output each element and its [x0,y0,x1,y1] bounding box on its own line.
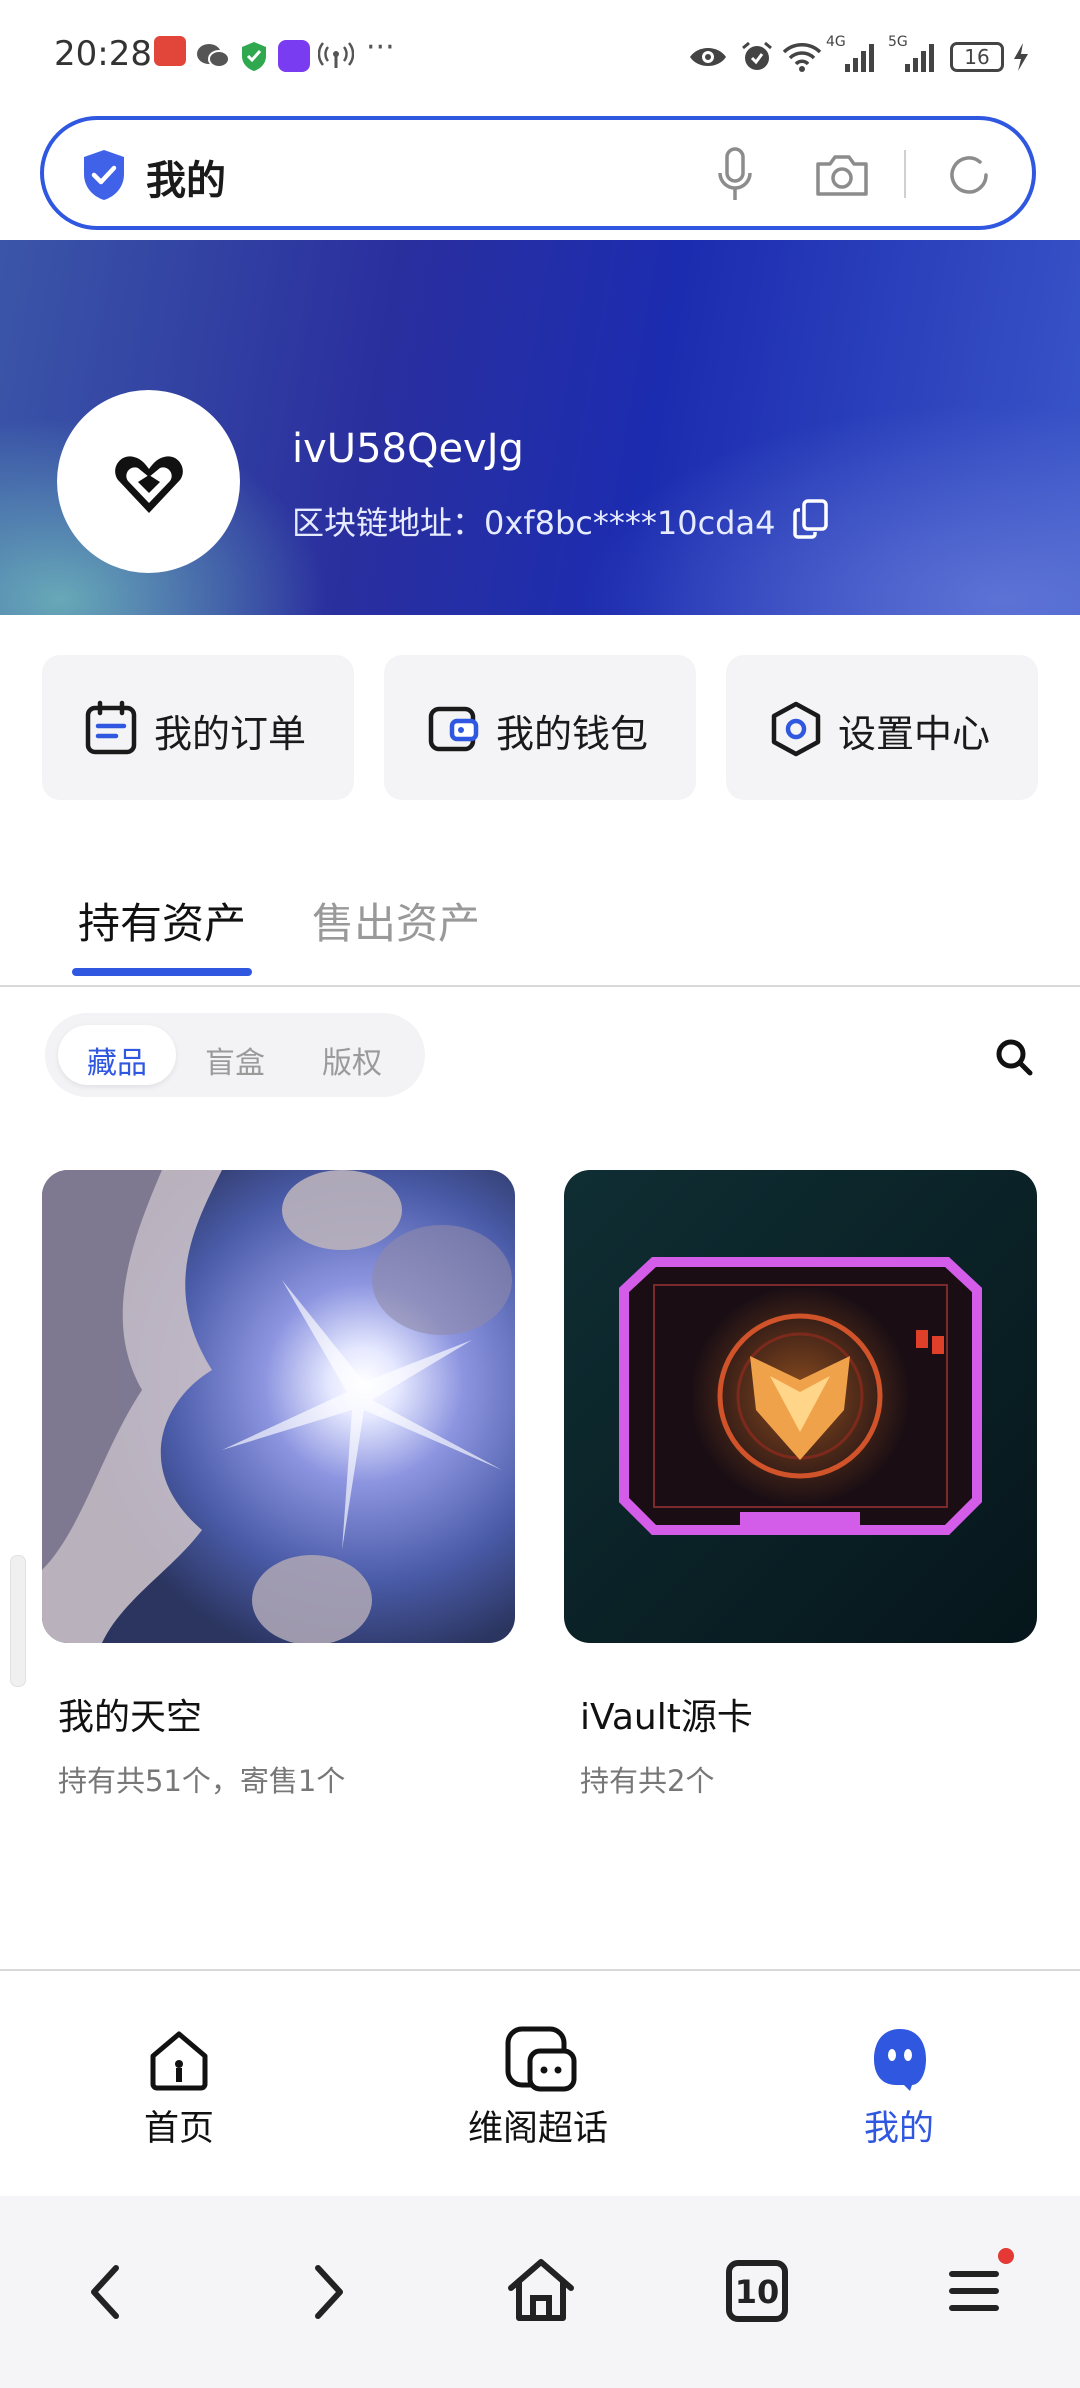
active-tab-indicator [72,968,252,976]
asset-title-1: 我的天空 [58,1697,203,1738]
hotspot-icon [318,42,354,68]
wallet-icon [428,706,479,752]
chain-address-label: 区块链地址： [292,504,485,542]
copy-icon[interactable] [792,498,830,540]
notification-dot [998,2248,1014,2264]
my-wallet-button[interactable]: 我的钱包 [384,655,696,800]
asset-subtitle-2: 持有共2个 [580,1764,715,1798]
alarm-icon [742,41,772,70]
wifi-icon [782,43,822,72]
settings-icon [771,701,821,757]
segment-blind-box[interactable]: 盲盒 [205,1038,265,1082]
scroll-handle[interactable] [10,1555,26,1687]
app-notification-icon [154,36,186,66]
settings-center-label: 设置中心 [838,712,991,756]
order-icon [85,700,137,755]
search-divider [904,150,906,198]
wechat-icon [197,44,230,68]
username: ivU58QevJg [292,426,524,472]
search-title: 我的 [146,158,226,204]
settings-center-button[interactable]: 设置中心 [726,655,1038,800]
nav-home-label: 首页 [144,2109,215,2149]
my-orders-button[interactable]: 我的订单 [42,655,354,800]
my-orders-label: 我的订单 [154,712,307,756]
home-icon [150,2031,208,2091]
network-label-1: 4G [826,34,846,50]
charging-icon [1014,43,1028,71]
search-icon[interactable] [994,1037,1034,1077]
segment-copyright[interactable]: 版权 [322,1038,382,1082]
nav-profile-label: 我的 [864,2109,935,2149]
shield-status-icon [242,42,266,71]
battery-icon: 16 [950,42,1004,72]
tabs-count-button[interactable]: 10 [726,2260,788,2322]
segment-collectibles[interactable]: 藏品 [87,1038,147,1082]
bottom-nav-divider [0,1969,1080,1971]
tab-sold-assets[interactable]: 售出资产 [312,890,480,951]
camera-icon[interactable] [814,152,870,198]
signal-icon-2 [905,44,934,72]
chain-address: 区块链地址：0xf8bc****10cda4 [292,498,775,544]
more-icon: ··· [366,30,395,65]
my-wallet-label: 我的钱包 [496,712,649,756]
asset-image-my-sky[interactable] [42,1170,515,1643]
forward-icon[interactable] [306,2262,350,2322]
browser-home-icon[interactable] [506,2256,576,2324]
nav-topics-label: 维阁超话 [468,2109,609,2149]
chain-address-value: 0xf8bc****10cda4 [484,504,776,542]
asset-image-ivault-card[interactable] [564,1170,1037,1643]
status-bar: 20:28 ··· 4G 5G 16 [0,0,1080,112]
asset-subtitle-1: 持有共51个，寄售1个 [58,1764,346,1798]
shield-check-icon [84,150,124,200]
asset-title-2: iVault源卡 [580,1697,753,1738]
tab-divider [0,985,1080,987]
eye-icon [690,48,726,66]
refresh-icon[interactable] [944,150,994,200]
signal-icon-1 [845,44,874,72]
profile-icon [874,2029,926,2091]
menu-icon[interactable] [946,2266,1002,2316]
brand-logo-icon [115,456,183,513]
back-icon[interactable] [84,2262,128,2322]
app-purple-icon [278,40,310,72]
chat-icon [505,2026,577,2092]
status-time: 20:28 [54,34,152,74]
tab-holding-assets[interactable]: 持有资产 [78,890,246,951]
microphone-icon[interactable] [716,147,754,203]
